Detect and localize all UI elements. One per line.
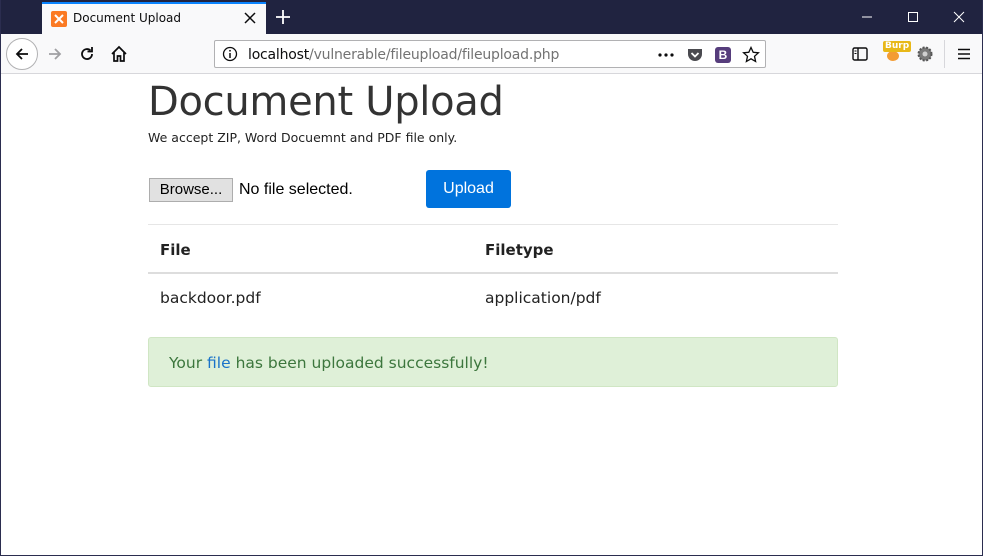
minimize-icon[interactable] [844,0,890,34]
alert-suffix: has been uploaded successfully! [230,354,489,372]
pocket-icon[interactable] [686,46,704,64]
browser-tab[interactable]: Document Upload [42,2,266,34]
url-text[interactable]: localhost/vulnerable/fileupload/fileuplo… [248,47,559,63]
tab-strip: Document Upload [1,0,982,34]
maximize-icon[interactable] [890,0,936,34]
new-tab-icon[interactable] [273,7,293,27]
page-title: Document Upload [148,79,504,125]
more-actions-icon[interactable] [657,46,675,64]
close-tab-icon[interactable] [242,10,258,26]
table-cell-filetype: application/pdf [485,289,601,307]
navigation-toolbar: localhost/vulnerable/fileupload/fileuplo… [1,34,982,74]
table-cell-filename: backdoor.pdf [160,289,261,307]
upload-button[interactable]: Upload [426,170,511,208]
site-info-icon[interactable] [222,46,238,62]
close-window-icon[interactable] [936,0,982,34]
table-header-file: File [160,241,191,259]
browse-button[interactable]: Browse... [149,178,233,202]
home-icon[interactable] [105,40,133,68]
hamburger-menu-icon[interactable] [950,40,978,68]
browser-window: Document Upload localhost/vulnerable/fil… [0,0,983,556]
file-status-text: No file selected. [239,181,353,198]
burp-badge: Burp [883,41,912,52]
table-top-border [148,224,838,225]
alert-prefix: Your [169,354,208,372]
page-subtitle: We accept ZIP, Word Docuemnt and PDF fil… [148,130,458,145]
bootstrap-extension-icon[interactable]: B [715,47,731,63]
address-bar[interactable]: localhost/vulnerable/fileupload/fileuplo… [214,40,766,68]
burp-logo-icon [887,51,899,61]
alert-message: Your file has been uploaded successfully… [169,354,489,372]
reload-icon[interactable] [73,40,101,68]
table-header-divider [148,272,838,274]
url-path: /vulnerable/fileupload/fileupload.php [309,47,560,63]
tab-title: Document Upload [73,11,182,25]
table-header-filetype: Filetype [485,241,554,259]
sidebar-icon[interactable] [846,40,874,68]
success-alert: Your file has been uploaded successfully… [148,337,838,387]
toolbar-separator [944,40,945,68]
back-arrow-icon[interactable] [6,38,38,70]
uploaded-file-link[interactable]: file [207,354,231,372]
burp-extension-icon[interactable]: Burp [882,41,912,63]
url-host: localhost [248,47,310,63]
bookmark-star-icon[interactable] [742,46,760,64]
forward-arrow-icon[interactable] [41,40,69,68]
gear-extension-icon[interactable] [911,40,939,68]
xampp-favicon-icon [51,11,67,27]
